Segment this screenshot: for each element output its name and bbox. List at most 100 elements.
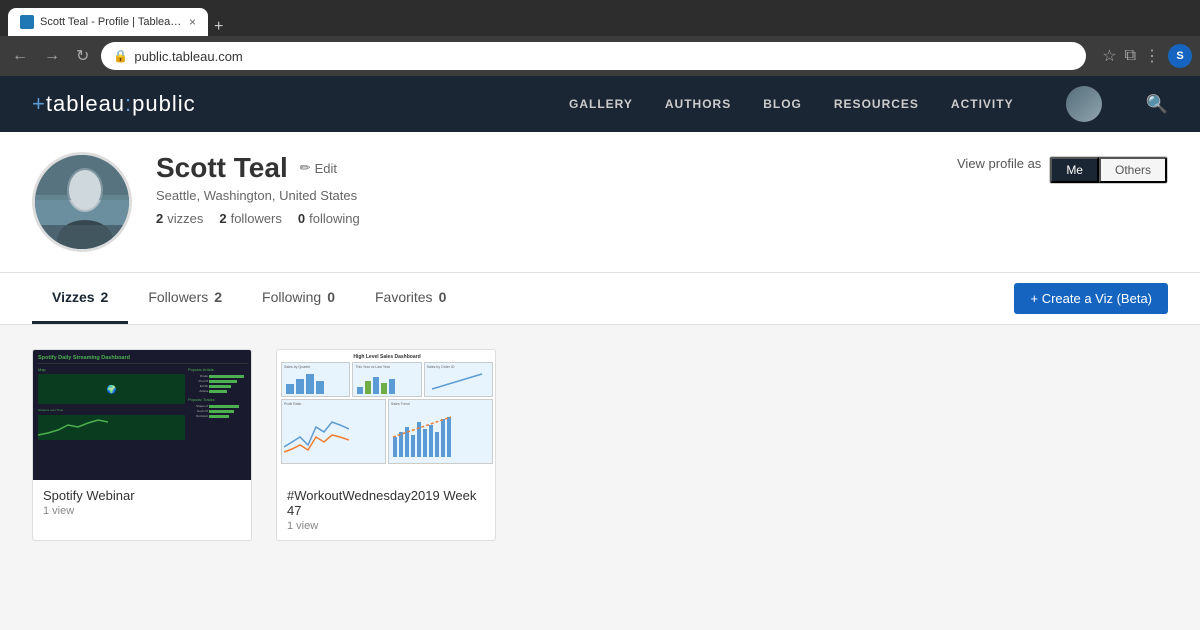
artists-label: Popular Artists — [188, 367, 248, 372]
vizzes-stat: 2 vizzes — [156, 211, 203, 226]
new-tab-button[interactable]: + — [208, 18, 229, 36]
edit-button[interactable]: ✏ Edit — [300, 160, 337, 176]
workout-top-grid: Sales by Quarter This Year vs Last Year … — [281, 362, 493, 397]
tab-following-label: Following — [262, 289, 321, 305]
following-label: following — [309, 211, 360, 226]
tab-vizzes-label: Vizzes — [52, 289, 95, 305]
followers-label: followers — [231, 211, 282, 226]
url-text: public.tableau.com — [134, 49, 242, 64]
tabs-section: Vizzes 2 Followers 2 Following 0 Favorit… — [0, 273, 1200, 325]
tracks-section: Popular Tracks Shape of God's Pl Rocksta… — [188, 397, 248, 418]
nav-authors[interactable]: AUTHORS — [665, 97, 731, 111]
spotify-visualization: Spotify Daily Streaming Dashboard Map 🌍 … — [33, 350, 252, 480]
viz-views-workout: 1 view — [287, 520, 485, 532]
workout-cell-bottom-1: Profit Ratio — [281, 399, 386, 464]
profile-info: Scott Teal ✏ Edit Seattle, Washington, U… — [156, 152, 957, 226]
followers-count: 2 — [219, 211, 226, 226]
tab-followers-count: 2 — [214, 289, 222, 305]
streams-chart — [38, 415, 185, 440]
track-bar-1: Shape of — [188, 404, 248, 408]
map-label: Map — [38, 367, 185, 372]
viz-info-spotify: Spotify Webinar 1 view — [33, 480, 251, 525]
address-bar[interactable]: 🔒 public.tableau.com — [101, 42, 1086, 70]
tab-following-count: 0 — [327, 289, 335, 305]
tab-followers[interactable]: Followers 2 — [128, 273, 242, 324]
content-area: Spotify Daily Streaming Dashboard Map 🌍 … — [0, 325, 1200, 625]
followers-stat: 2 followers — [219, 211, 282, 226]
viz-title-spotify: Spotify Webinar — [43, 488, 241, 503]
following-stat: 0 following — [298, 211, 360, 226]
viz-views-spotify: 1 view — [43, 505, 241, 517]
browser-chrome: Scott Teal - Profile | Tableau P... × + — [0, 0, 1200, 36]
tableau-logo[interactable]: +tableau:public — [32, 91, 569, 117]
nav-blog[interactable]: BLOG — [763, 97, 802, 111]
nav-gallery[interactable]: GALLERY — [569, 97, 633, 111]
active-tab[interactable]: Scott Teal - Profile | Tableau P... × — [8, 8, 208, 36]
spotify-right: Popular Artists Drake Post M Ed Sh Arian… — [188, 367, 248, 440]
tracks-label: Popular Tracks — [188, 397, 248, 402]
pencil-icon: ✏ — [300, 160, 311, 176]
toolbar-icons: ☆ ⧉ ⋮ S — [1102, 44, 1192, 68]
profile-section: person Scott Teal ✏ Edit Seattle, Washin… — [0, 132, 1200, 273]
tab-vizzes-count: 2 — [101, 289, 109, 305]
track-bar-2: God's Pl — [188, 409, 248, 413]
spotify-left: Map 🌍 Streams over Time — [38, 367, 185, 440]
workout-cell-2: This Year vs Last Year — [352, 362, 421, 397]
workout-header: High Level Sales Dashboard — [281, 354, 493, 360]
menu-icon[interactable]: ⋮ — [1144, 46, 1160, 66]
tab-close-icon[interactable]: × — [189, 15, 196, 29]
profile-name-row: Scott Teal ✏ Edit — [156, 152, 957, 184]
view-me-button[interactable]: Me — [1050, 157, 1099, 183]
viz-card-workout[interactable]: High Level Sales Dashboard Sales by Quar… — [276, 349, 496, 541]
vizzes-count: 2 — [156, 211, 163, 226]
viz-info-workout: #WorkoutWednesday2019 Week 47 1 view — [277, 480, 495, 540]
workout-cell-3: Sales by Order ID — [424, 362, 493, 397]
view-profile-as: View profile as Me Others — [957, 152, 1168, 184]
tab-title: Scott Teal - Profile | Tableau P... — [40, 16, 183, 28]
map-visual: 🌍 — [107, 385, 117, 394]
profile-avatar: person — [32, 152, 132, 252]
tab-following[interactable]: Following 0 — [242, 273, 355, 324]
view-others-button[interactable]: Others — [1099, 157, 1167, 183]
tab-vizzes[interactable]: Vizzes 2 — [32, 273, 128, 324]
tab-favorites-label: Favorites — [375, 289, 433, 305]
profile-avatar-image: person — [35, 155, 129, 249]
back-button[interactable]: ← — [8, 43, 32, 69]
forward-button[interactable]: → — [40, 43, 64, 69]
refresh-button[interactable]: ↻ — [72, 42, 93, 70]
tab-favorites-count: 0 — [439, 289, 447, 305]
star-icon[interactable]: ☆ — [1102, 46, 1116, 66]
tab-favicon — [20, 15, 34, 29]
viz-thumbnail-workout: High Level Sales Dashboard Sales by Quar… — [277, 350, 496, 480]
tab-favorites[interactable]: Favorites 0 — [355, 273, 466, 324]
search-icon[interactable]: 🔍 — [1146, 94, 1168, 115]
viz-grid: Spotify Daily Streaming Dashboard Map 🌍 … — [32, 349, 1168, 541]
workout-visualization: High Level Sales Dashboard Sales by Quar… — [277, 350, 496, 480]
nav-links: GALLERY AUTHORS BLOG RESOURCES ACTIVITY … — [569, 86, 1168, 122]
workout-bottom-grid: Profit Ratio Sales Trend — [281, 399, 493, 464]
nav-activity[interactable]: ACTIVITY — [951, 97, 1014, 111]
create-viz-button[interactable]: + Create a Viz (Beta) — [1014, 283, 1168, 314]
viz-card-spotify[interactable]: Spotify Daily Streaming Dashboard Map 🌍 … — [32, 349, 252, 541]
track-bar-3: Rockstar — [188, 414, 248, 418]
tableau-navbar: +tableau:public GALLERY AUTHORS BLOG RES… — [0, 76, 1200, 132]
nav-resources[interactable]: RESOURCES — [834, 97, 919, 111]
spotify-map: 🌍 — [38, 374, 185, 404]
bar-2: Post M — [188, 379, 248, 383]
lock-icon: 🔒 — [113, 49, 128, 63]
view-toggle: Me Others — [1049, 156, 1168, 184]
vizzes-label: vizzes — [167, 211, 203, 226]
profile-name: Scott Teal — [156, 152, 288, 184]
tab-followers-label: Followers — [148, 289, 208, 305]
bar-4: Ariana — [188, 389, 248, 393]
spotify-header: Spotify Daily Streaming Dashboard — [38, 355, 248, 364]
streams-label: Streams over Time — [38, 408, 185, 412]
extensions-icon[interactable]: ⧉ — [1125, 47, 1136, 65]
viz-title-workout: #WorkoutWednesday2019 Week 47 — [287, 488, 485, 518]
following-count: 0 — [298, 211, 305, 226]
view-profile-label: View profile as — [957, 156, 1041, 171]
user-avatar-small[interactable]: S — [1168, 44, 1192, 68]
browser-tabs: Scott Teal - Profile | Tableau P... × + — [8, 0, 229, 36]
viz-thumbnail-spotify: Spotify Daily Streaming Dashboard Map 🌍 … — [33, 350, 252, 480]
nav-user-avatar[interactable] — [1066, 86, 1102, 122]
